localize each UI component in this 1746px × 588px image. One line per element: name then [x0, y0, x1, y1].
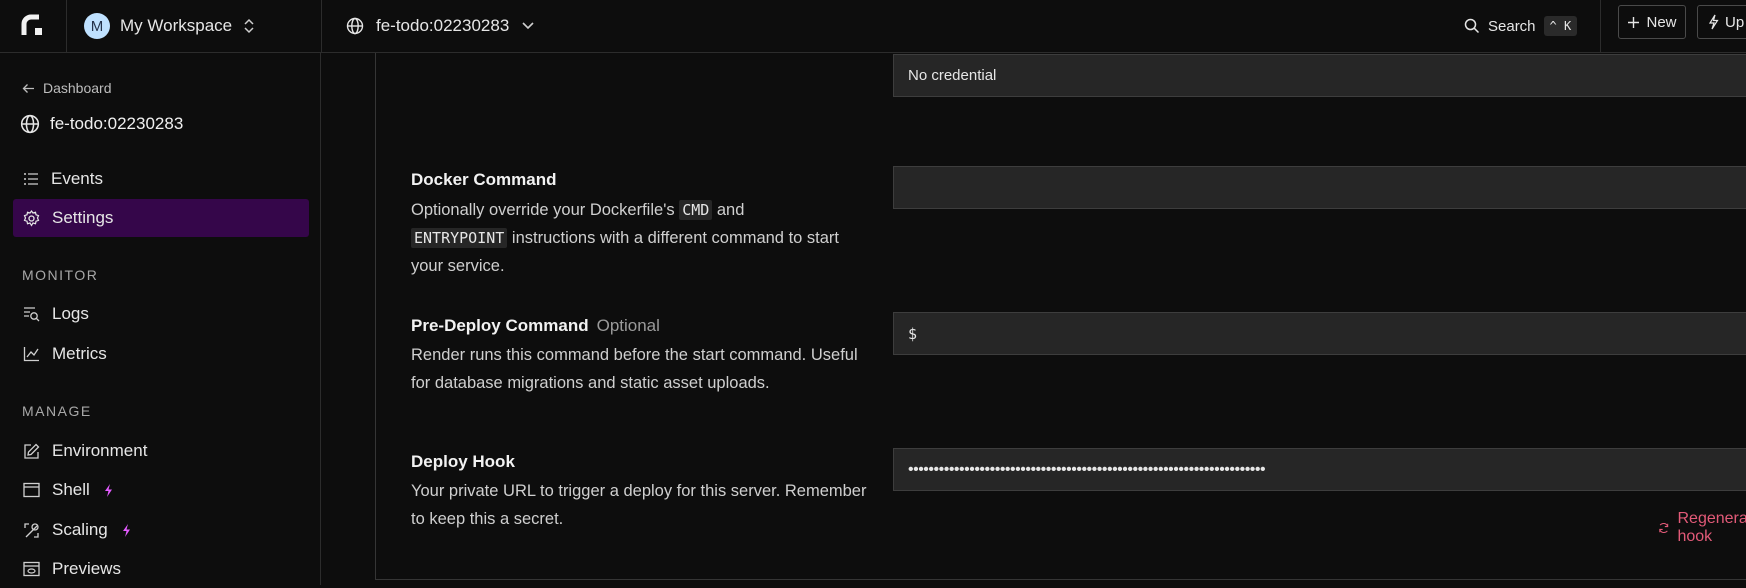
bolt-icon: [104, 483, 112, 497]
pre-deploy-command-description: Render runs this command before the star…: [411, 346, 858, 392]
pre-deploy-command-input[interactable]: $: [893, 312, 1746, 355]
sidebar-item-scaling[interactable]: Scaling: [13, 511, 309, 549]
eye-icon: [23, 561, 40, 577]
new-label: New: [1646, 13, 1677, 31]
service-switcher[interactable]: fe-todo:02230283: [346, 9, 535, 43]
docker-command-input[interactable]: [893, 166, 1746, 209]
workspace-switcher[interactable]: M My Workspace: [84, 9, 256, 43]
top-bar: M My Workspace fe-todo:02230283 Search ^…: [0, 0, 1746, 53]
edit-icon: [24, 443, 40, 459]
sidebar-item-label: Logs: [52, 304, 89, 323]
new-button[interactable]: New: [1618, 5, 1686, 39]
monitor-heading: MONITOR: [22, 267, 99, 283]
regenerate-hook-button[interactable]: Regenerate hook: [1658, 510, 1746, 546]
dollar-prefix: $: [908, 324, 918, 343]
deploy-hook-masked-value: ••••••••••••••••••••••••••••••••••••••••…: [908, 460, 1266, 478]
terminal-icon: [23, 482, 40, 498]
docker-command-title: Docker Command: [411, 170, 557, 189]
deploy-hook-title: Deploy Hook: [411, 452, 515, 471]
gear-icon: [23, 209, 40, 227]
search-icon: [1464, 18, 1480, 34]
sidebar-item-label: Shell: [52, 480, 90, 499]
docker-command-description: Optionally override your Dockerfile's CM…: [411, 200, 839, 275]
sidebar-item-logs[interactable]: Logs: [13, 295, 309, 333]
list-icon: [24, 173, 38, 185]
globe-icon: [346, 17, 364, 35]
deploy-hook-description: Your private URL to trigger a deploy for…: [411, 482, 867, 528]
workspace-name: My Workspace: [120, 16, 233, 35]
service-name: fe-todo:02230283: [376, 16, 510, 35]
back-label: Dashboard: [43, 80, 112, 96]
upgrade-label: Up: [1725, 13, 1745, 31]
code-cmd: CMD: [679, 200, 713, 220]
chart-icon: [23, 347, 39, 362]
sidebar-item-label: Environment: [52, 441, 148, 460]
sidebar-item-label: Settings: [52, 208, 114, 227]
sidebar-item-shell[interactable]: Shell: [13, 471, 309, 509]
sidebar-item-label: Scaling: [52, 520, 108, 539]
optional-label: Optional: [596, 316, 660, 335]
back-to-dashboard-link[interactable]: Dashboard: [22, 80, 112, 96]
sidebar-item-environment[interactable]: Environment: [13, 432, 309, 470]
sidebar-item-label: Events: [51, 169, 103, 188]
search-shortcut: ^ K: [1543, 16, 1578, 36]
bolt-icon: [1708, 14, 1719, 30]
sidebar-item-label: Metrics: [52, 344, 107, 363]
code-entrypoint: ENTRYPOINT: [411, 228, 508, 248]
regenerate-label: Regenerate hook: [1677, 510, 1746, 545]
chevron-down-icon: [522, 22, 534, 30]
logs-icon: [24, 307, 40, 322]
upgrade-button[interactable]: Up: [1697, 5, 1746, 39]
arrow-left-icon: [22, 83, 34, 93]
registry-credential-value: No credential: [908, 67, 997, 84]
search-button[interactable]: Search ^ K: [1464, 10, 1578, 42]
bolt-icon: [122, 523, 130, 537]
sidebar-item-settings[interactable]: Settings: [13, 199, 309, 237]
sidebar-item-label: Previews: [52, 559, 121, 578]
globe-icon: [20, 114, 40, 134]
sidebar-item-metrics[interactable]: Metrics: [13, 335, 309, 373]
refresh-icon: [1659, 523, 1669, 533]
plus-icon: [1628, 16, 1640, 28]
sidebar-item-events[interactable]: Events: [13, 160, 309, 198]
manage-heading: MANAGE: [22, 403, 92, 419]
sidebar: Dashboard fe-todo:02230283 Events Settin…: [0, 53, 321, 585]
chevron-updown-icon: [244, 18, 254, 34]
render-logo-icon[interactable]: [18, 11, 48, 41]
scale-icon: [24, 522, 39, 538]
workspace-avatar: M: [84, 13, 110, 39]
deploy-hook-input[interactable]: ••••••••••••••••••••••••••••••••••••••••…: [893, 448, 1746, 491]
pre-deploy-command-title: Pre-Deploy Command Optional: [411, 316, 660, 335]
registry-credential-select[interactable]: No credential: [893, 54, 1746, 97]
service-title-text: fe-todo:02230283: [50, 114, 184, 133]
service-title: fe-todo:02230283: [20, 114, 183, 134]
sidebar-item-previews[interactable]: Previews: [13, 550, 309, 588]
search-label: Search: [1488, 17, 1536, 35]
